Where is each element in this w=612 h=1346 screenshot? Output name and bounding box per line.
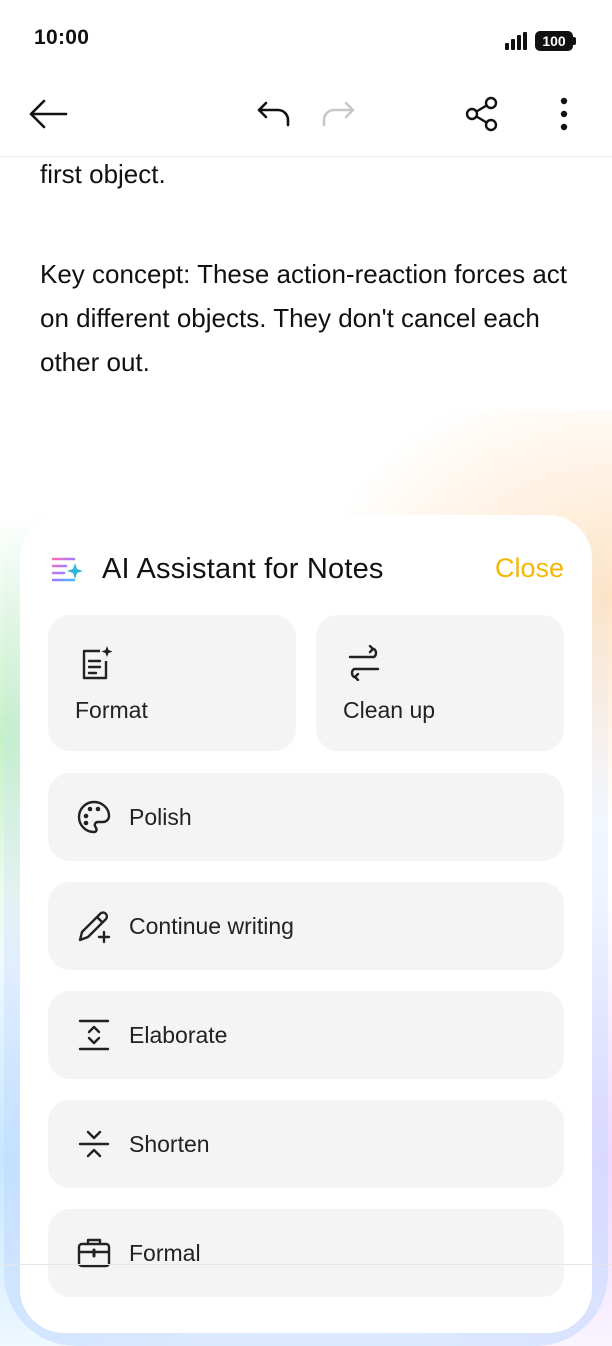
share-icon[interactable] (460, 92, 504, 136)
format-sparkle-icon (78, 645, 114, 681)
redo-icon[interactable] (316, 92, 360, 136)
polish-button[interactable]: Polish (48, 773, 564, 861)
format-button[interactable]: Format (48, 615, 296, 751)
action-label: Elaborate (129, 1022, 228, 1048)
elaborate-button[interactable]: Elaborate (48, 991, 564, 1079)
note-toolbar (0, 80, 612, 157)
signal-icon (505, 32, 527, 50)
action-label: Polish (129, 804, 192, 830)
action-label: Continue writing (129, 913, 294, 939)
expand-lines-icon (76, 1017, 112, 1053)
tile-label: Format (75, 697, 148, 723)
undo-icon[interactable] (252, 92, 296, 136)
battery-icon: 100 (535, 31, 576, 51)
more-vertical-icon[interactable] (542, 92, 586, 136)
bottom-divider (0, 1264, 612, 1265)
ai-sparkle-lines-icon (51, 555, 84, 585)
status-time: 10:00 (34, 26, 90, 49)
palette-icon (76, 799, 112, 835)
compress-lines-icon (76, 1126, 112, 1162)
note-paragraph: Key concept: These action-reaction force… (40, 259, 568, 377)
close-button[interactable]: Close (495, 553, 564, 584)
shorten-button[interactable]: Shorten (48, 1100, 564, 1188)
action-label: Shorten (129, 1131, 210, 1157)
briefcase-icon (76, 1235, 112, 1271)
note-body[interactable]: first object. Key concept: These action-… (40, 152, 580, 384)
back-arrow-icon[interactable] (26, 92, 70, 136)
ai-assistant-panel: AI Assistant for Notes Close Format Clea… (20, 515, 592, 1333)
continue-writing-button[interactable]: Continue writing (48, 882, 564, 970)
pen-plus-icon (76, 908, 112, 944)
note-line: first object. (40, 159, 166, 189)
panel-header: AI Assistant for Notes Close (20, 515, 592, 615)
tile-label: Clean up (343, 697, 436, 723)
action-label: Formal (129, 1240, 201, 1266)
status-bar: 10:00 100 (0, 0, 612, 80)
clean-up-button[interactable]: Clean up (316, 615, 564, 751)
clean-up-arrows-icon (346, 644, 382, 682)
formal-button[interactable]: Formal (48, 1209, 564, 1297)
panel-title: AI Assistant for Notes (102, 553, 384, 585)
